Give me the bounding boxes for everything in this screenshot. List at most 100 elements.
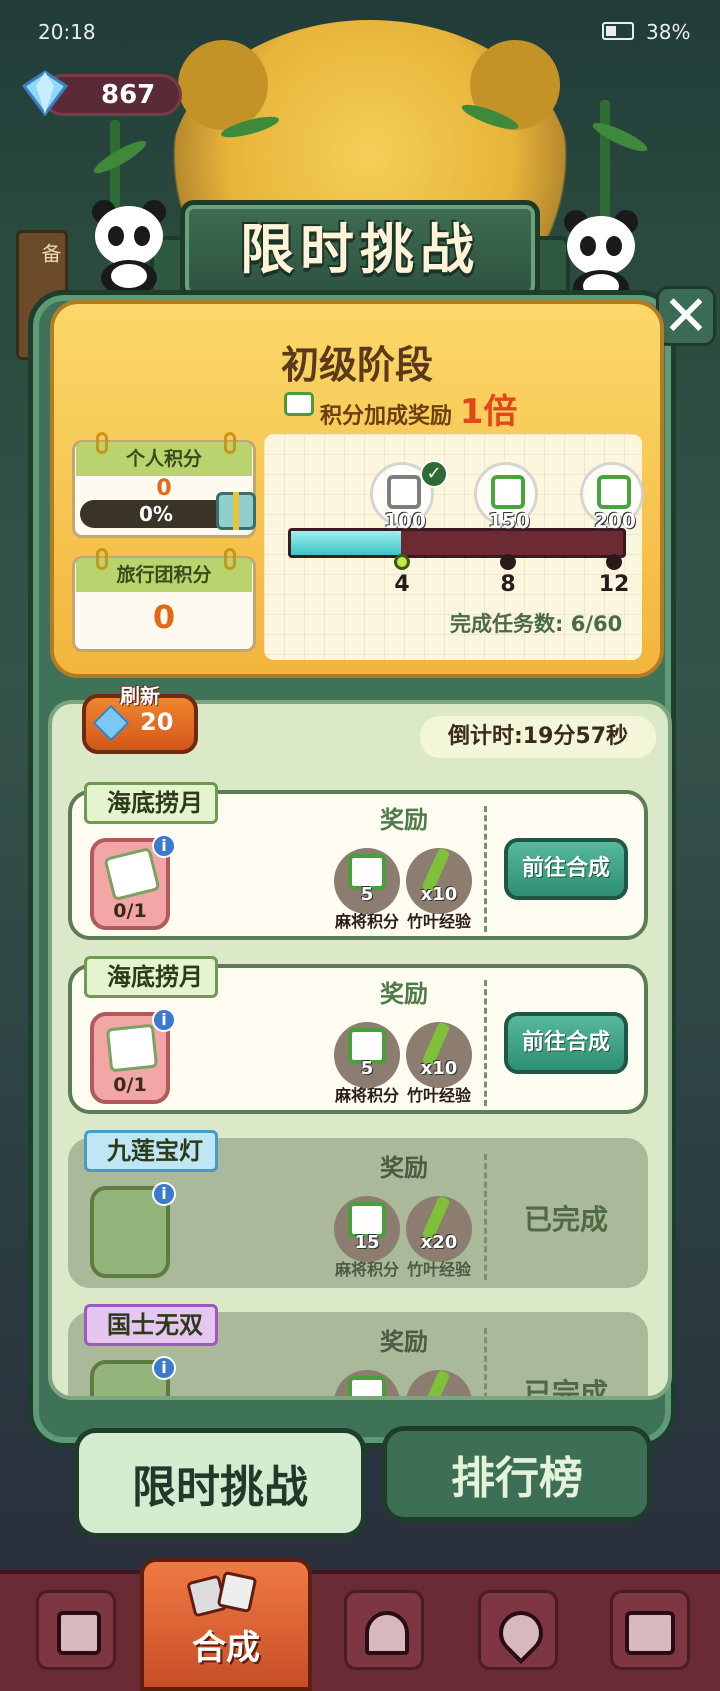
task-name: 海底捞月 xyxy=(84,782,218,824)
task-progress: 0/1 xyxy=(113,900,147,922)
info-icon[interactable]: i xyxy=(152,1356,176,1380)
reward-value: 15 xyxy=(354,1232,380,1253)
binder-ring xyxy=(224,432,236,454)
reward-label: 麻将积分 xyxy=(334,1260,399,1279)
task-name: 国士无双 xyxy=(84,1304,218,1346)
panda-left-icon xyxy=(92,200,166,296)
bonus-label: 积分加成奖励 xyxy=(320,404,453,429)
reward-title: 奖励 xyxy=(380,1154,428,1182)
reward-title: 奖励 xyxy=(380,980,428,1008)
task-card: 国士无双 i 奖励 已完成 xyxy=(68,1304,648,1396)
stage-title: 初级阶段 xyxy=(280,343,433,387)
task-card: 海底捞月 0/1 i 奖励 5 麻将积分 x10 竹叶经验 前往合成 xyxy=(68,782,648,940)
nav-merge-label: 合成 xyxy=(192,1628,260,1668)
mahjong-tile-icon xyxy=(597,475,631,509)
reward-value: 5 xyxy=(360,884,374,905)
milestone-points: 100 xyxy=(384,509,426,533)
refresh-label: 刷新 xyxy=(120,684,160,708)
task-name: 海底捞月 xyxy=(84,956,218,998)
close-button[interactable]: ✕ xyxy=(656,286,716,346)
bamboo-exp-reward: x20 xyxy=(406,1195,472,1262)
go-merge-button[interactable]: 前往合成 xyxy=(504,838,628,900)
milestone-task-count: 8 xyxy=(500,572,516,597)
mahjong-points-reward: 15 xyxy=(334,1196,400,1262)
tasks-completed-label: 完成任务数: xyxy=(450,612,564,636)
bonus-line: 积分加成奖励 1倍 xyxy=(280,384,517,432)
battery-level: 38% xyxy=(646,20,691,44)
task-name: 九莲宝灯 xyxy=(84,1130,218,1172)
task-list[interactable]: 海底捞月 0/1 i 奖励 5 麻将积分 x10 竹叶经验 前往合成 海底捞月 … xyxy=(48,770,672,1396)
gem-icon xyxy=(22,70,68,116)
divider xyxy=(484,1154,487,1280)
personal-score-percent: 0% xyxy=(80,500,232,528)
group-score-value: 0 xyxy=(152,598,176,636)
reward-value: x20 xyxy=(420,1232,458,1253)
info-icon[interactable]: i xyxy=(152,1182,176,1206)
mahjong-points-reward: 5 xyxy=(334,848,400,914)
info-icon[interactable]: i xyxy=(152,1008,176,1032)
milestone-task-count: 12 xyxy=(598,572,630,597)
bamboo-leaf xyxy=(90,135,150,179)
bus-icon[interactable] xyxy=(610,1590,690,1670)
reward-title: 奖励 xyxy=(380,1328,428,1356)
tab-leaderboard[interactable]: 排行榜 xyxy=(382,1426,652,1522)
reward-label: 竹叶经验 xyxy=(406,1260,471,1279)
milestone-reward-2[interactable]: 150 xyxy=(474,462,538,533)
milestone-node xyxy=(394,554,410,570)
reward-label: 麻将积分 xyxy=(334,912,399,931)
gift-box-icon[interactable] xyxy=(216,492,256,530)
mahjong-tile-icon xyxy=(491,475,525,509)
divider xyxy=(484,1328,487,1396)
milestone-points: 200 xyxy=(594,509,636,533)
shop-bag-icon[interactable] xyxy=(36,1590,116,1670)
divider xyxy=(484,806,487,932)
go-merge-button[interactable]: 前往合成 xyxy=(504,1012,628,1074)
mahjong-points-reward xyxy=(334,1370,400,1396)
reward-title: 奖励 xyxy=(380,806,428,834)
tab-limited-challenge[interactable]: 限时挑战 xyxy=(74,1428,366,1538)
mahjong-points-reward: 5 xyxy=(334,1022,400,1088)
check-icon: ✓ xyxy=(420,460,448,488)
completed-label: 已完成 xyxy=(523,1377,608,1396)
milestone-node xyxy=(606,554,622,570)
milestone-points: 150 xyxy=(488,509,530,533)
bamboo-exp-reward xyxy=(406,1369,472,1396)
milestone-task-count: 4 xyxy=(394,572,410,597)
task-progress: 0/1 xyxy=(113,1074,147,1096)
bamboo-exp-reward: x10 xyxy=(406,1021,472,1088)
reward-value: x10 xyxy=(420,1058,458,1079)
binder-ring xyxy=(224,548,236,570)
milestone-track-fill xyxy=(291,531,401,555)
bamboo-exp-reward: x10 xyxy=(406,847,472,914)
status-time: 20:18 xyxy=(38,20,96,44)
binder-ring xyxy=(96,432,108,454)
mahjong-tile-icon xyxy=(387,475,421,509)
refresh-cost: 20 xyxy=(140,708,174,736)
reward-value: x10 xyxy=(420,884,458,905)
reward-label: 竹叶经验 xyxy=(406,912,471,931)
milestone-node xyxy=(500,554,516,570)
countdown-timer: 倒计时:19分57秒 xyxy=(420,716,656,758)
mahjong-tile-icon xyxy=(348,1376,386,1396)
bamboo-leaf xyxy=(589,117,651,157)
info-icon[interactable]: i xyxy=(152,834,176,858)
reward-label: 麻将积分 xyxy=(334,1086,399,1105)
bonus-multiplier: 1倍 xyxy=(459,392,518,432)
page-title: 限时挑战 xyxy=(240,218,480,281)
divider xyxy=(484,980,487,1106)
service-bell-icon[interactable] xyxy=(344,1590,424,1670)
status-bar: 20:18 38% xyxy=(0,0,720,56)
reward-value: 5 xyxy=(360,1058,374,1079)
task-card: 海底捞月 0/1 i 奖励 5 麻将积分 x10 竹叶经验 前往合成 xyxy=(68,956,648,1114)
map-pin-icon[interactable] xyxy=(478,1590,558,1670)
tasks-completed: 完成任务数: 6/60 xyxy=(450,608,622,638)
binder-ring xyxy=(96,548,108,570)
milestone-reward-3[interactable]: 200 xyxy=(580,462,644,533)
task-card: 九莲宝灯 i 奖励 15 麻将积分 x20 竹叶经验 已完成 xyxy=(68,1130,648,1288)
tasks-completed-value: 6/60 xyxy=(570,612,623,636)
merge-icon xyxy=(186,1570,260,1618)
reward-label: 竹叶经验 xyxy=(406,1086,471,1105)
bamboo-leaf-icon xyxy=(421,1369,451,1396)
battery-icon xyxy=(602,22,634,40)
completed-label: 已完成 xyxy=(523,1203,608,1236)
